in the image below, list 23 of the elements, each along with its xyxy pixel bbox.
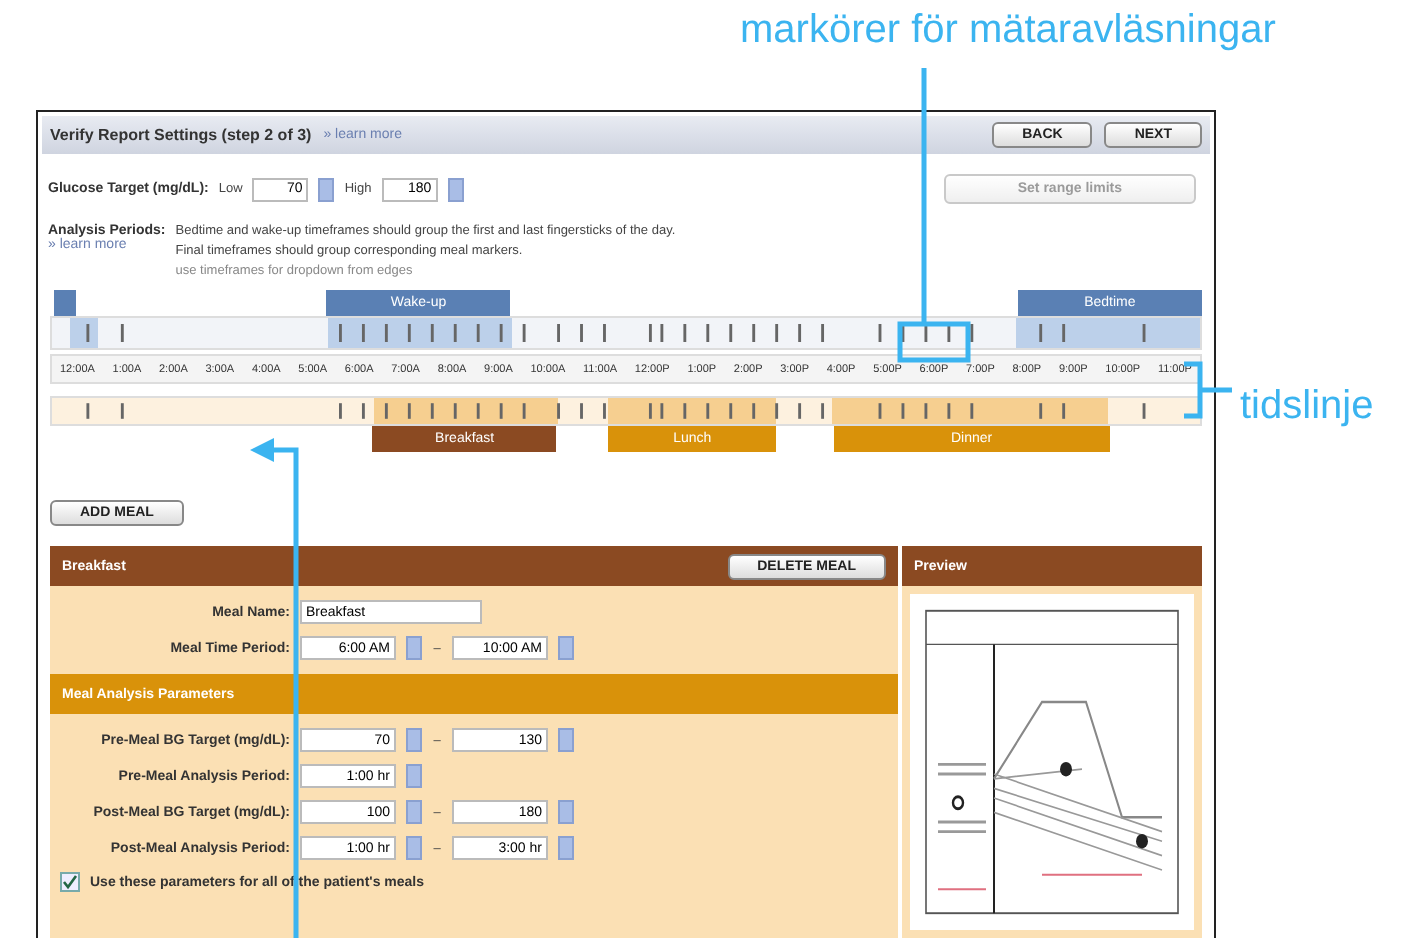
spin-button[interactable] (558, 800, 574, 824)
checkbox[interactable] (60, 872, 80, 892)
annotation-label: markörer för mätaravläsningar (740, 8, 1276, 54)
meal-range[interactable] (832, 398, 1109, 424)
meal-range[interactable] (608, 398, 776, 424)
spin-button[interactable] (447, 177, 464, 201)
period-range[interactable] (327, 318, 512, 348)
period-handle[interactable] (53, 290, 77, 316)
spin-button[interactable] (406, 800, 422, 824)
checkmark-icon (62, 874, 78, 890)
meal-range[interactable] (373, 398, 558, 424)
spin-button[interactable] (558, 836, 574, 860)
annotation-label: tidslinje (1240, 384, 1374, 430)
spin-button[interactable] (406, 636, 422, 660)
spin-button[interactable] (406, 836, 422, 860)
spin-button[interactable] (558, 728, 574, 752)
spin-button[interactable] (318, 177, 335, 201)
spin-button[interactable] (406, 764, 422, 788)
spin-button[interactable] (406, 728, 422, 752)
period-range[interactable] (69, 318, 98, 348)
period-range[interactable] (1016, 318, 1200, 348)
page-title: Verify Report Settings (step 2 of 3) (50, 126, 312, 144)
spin-button[interactable] (558, 636, 574, 660)
